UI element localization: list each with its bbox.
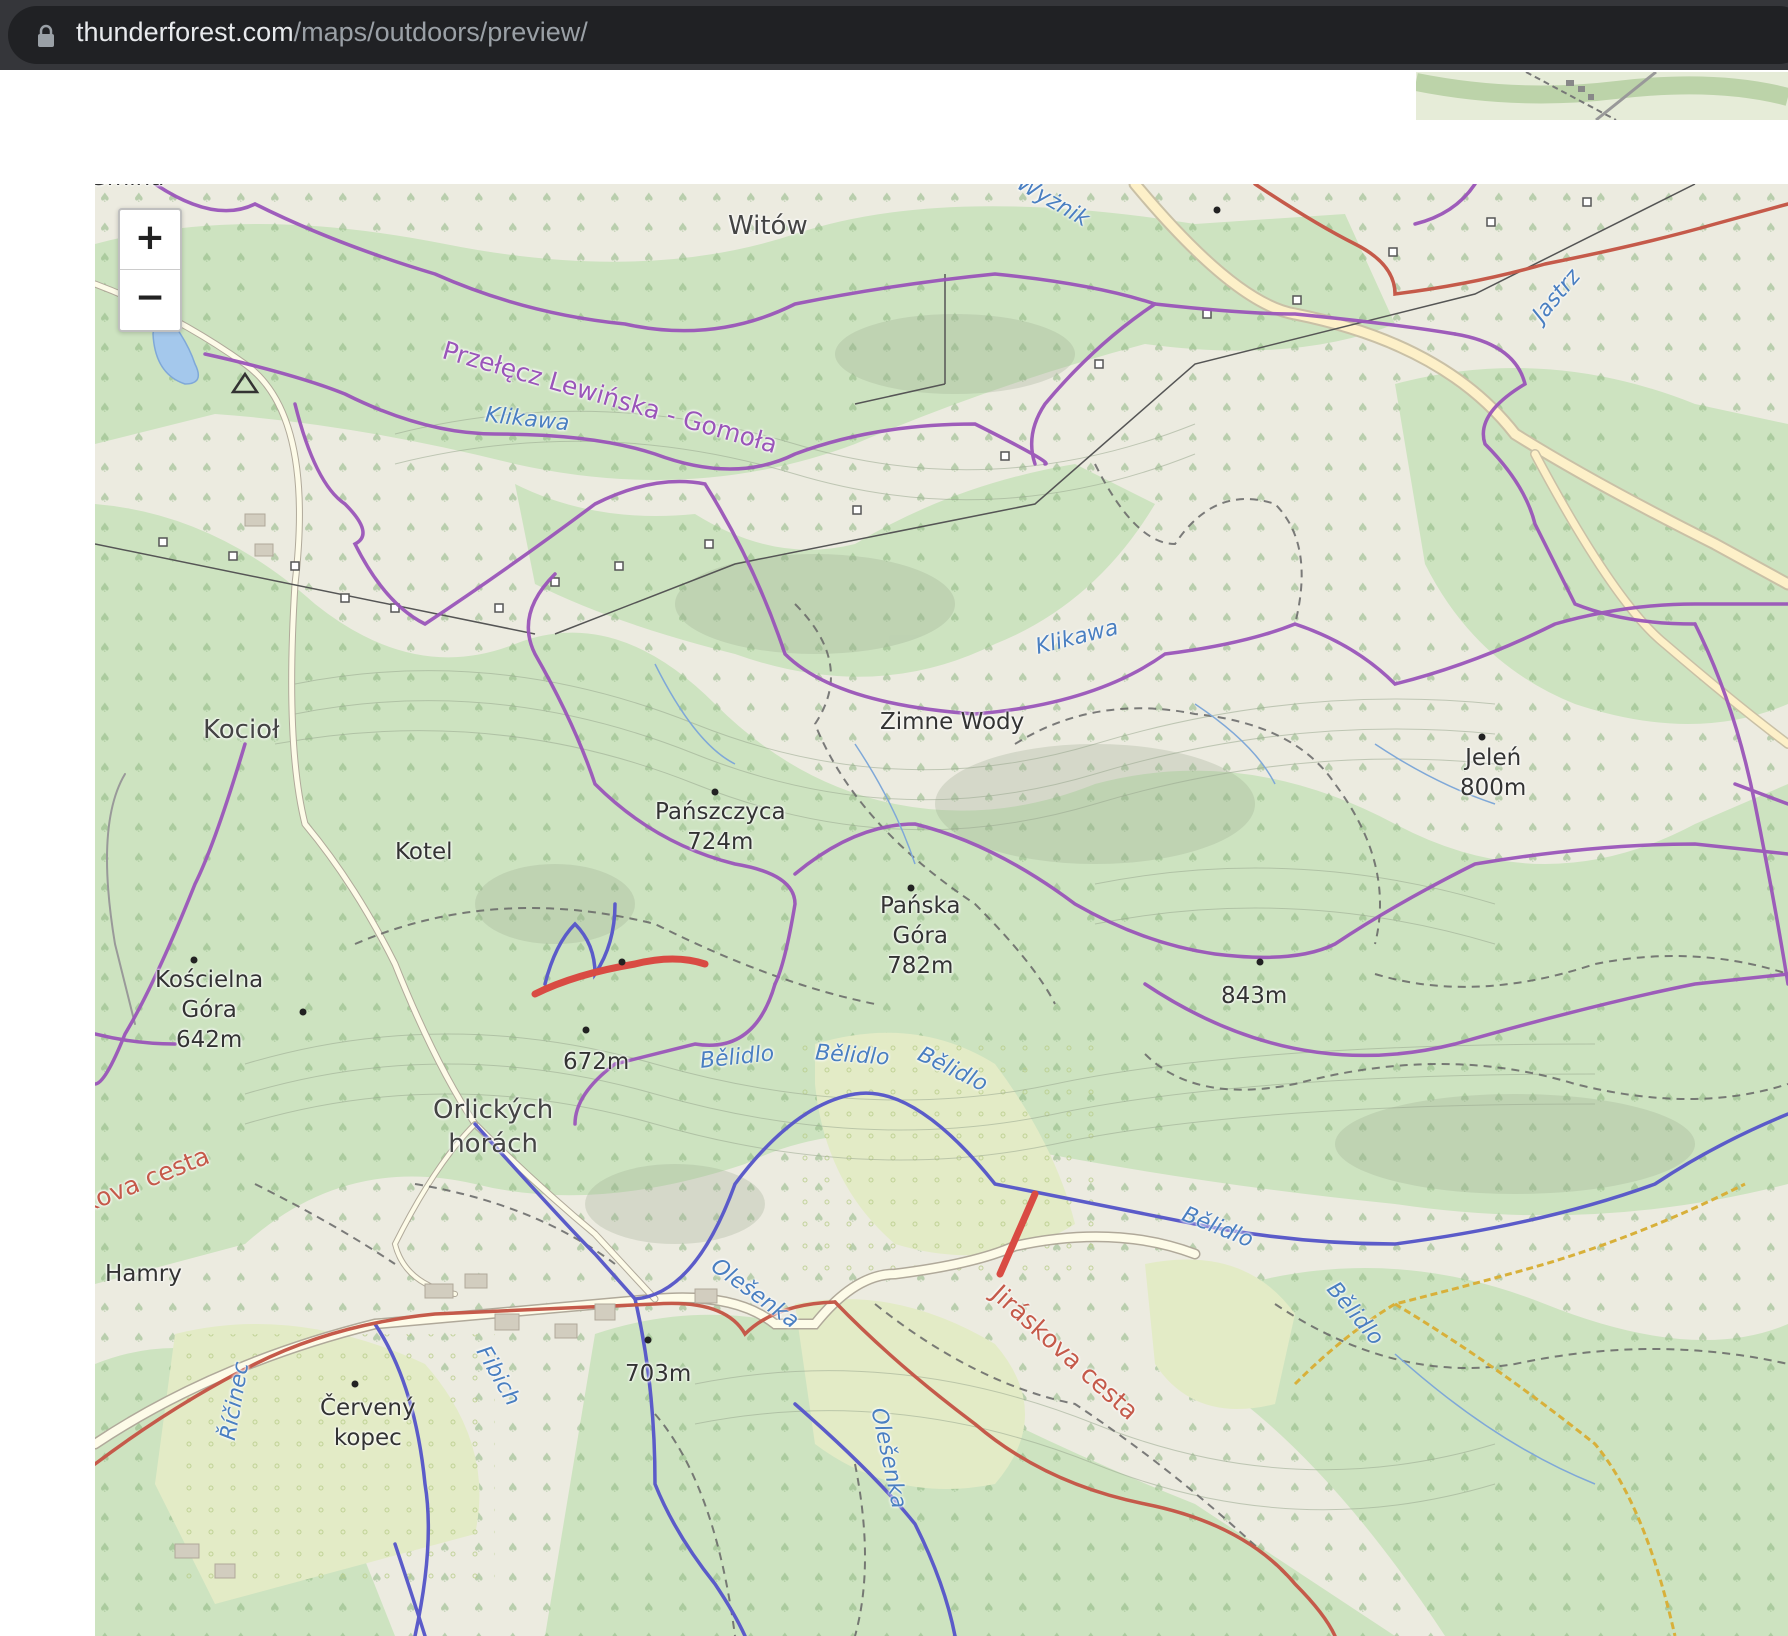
place-label-orlickych: Orlických horách [433, 1095, 554, 1159]
place-label-hamry: Hamry [105, 1261, 182, 1287]
url-host: thunderforest.com [76, 17, 294, 47]
place-label-gmina: Gmina [95, 184, 164, 194]
map-thumbnail-strip [1416, 72, 1788, 120]
map-viewport[interactable]: ♠ [95, 184, 1788, 1636]
peak-label-panska-gora: Pańska Góra 782m [880, 893, 961, 979]
zoom-control: + − [118, 208, 182, 332]
zoom-out-button[interactable]: − [120, 270, 180, 329]
lock-icon[interactable] [36, 24, 56, 48]
url-text[interactable]: thunderforest.com/maps/outdoors/preview/ [76, 17, 588, 48]
peak-label-panszczyca: Pańszczyca 724m [655, 799, 786, 855]
browser-toolbar: thunderforest.com/maps/outdoors/preview/ [0, 0, 1788, 70]
peak-label-672: 672m [563, 1049, 630, 1075]
place-label-kociol: Kocioł [203, 715, 280, 745]
place-label-kotel: Kotel [395, 839, 453, 865]
peak-label-843: 843m [1221, 983, 1288, 1009]
place-label-zimne-wody: Zimne Wody [880, 709, 1025, 735]
peak-label-jelen: Jeleń 800m [1460, 745, 1527, 801]
peak-label-koscielna-gora: Kościelna Góra 642m [155, 967, 264, 1053]
url-path: /maps/outdoors/preview/ [293, 17, 588, 47]
peak-label-703: 703m [625, 1361, 692, 1387]
place-label-witow: Witów [728, 211, 808, 241]
river-label-belidlo-2: Bělidlo [814, 1040, 891, 1071]
zoom-in-button[interactable]: + [120, 210, 180, 270]
peak-label-cerveny-kopec: Červený kopec [320, 1395, 416, 1451]
